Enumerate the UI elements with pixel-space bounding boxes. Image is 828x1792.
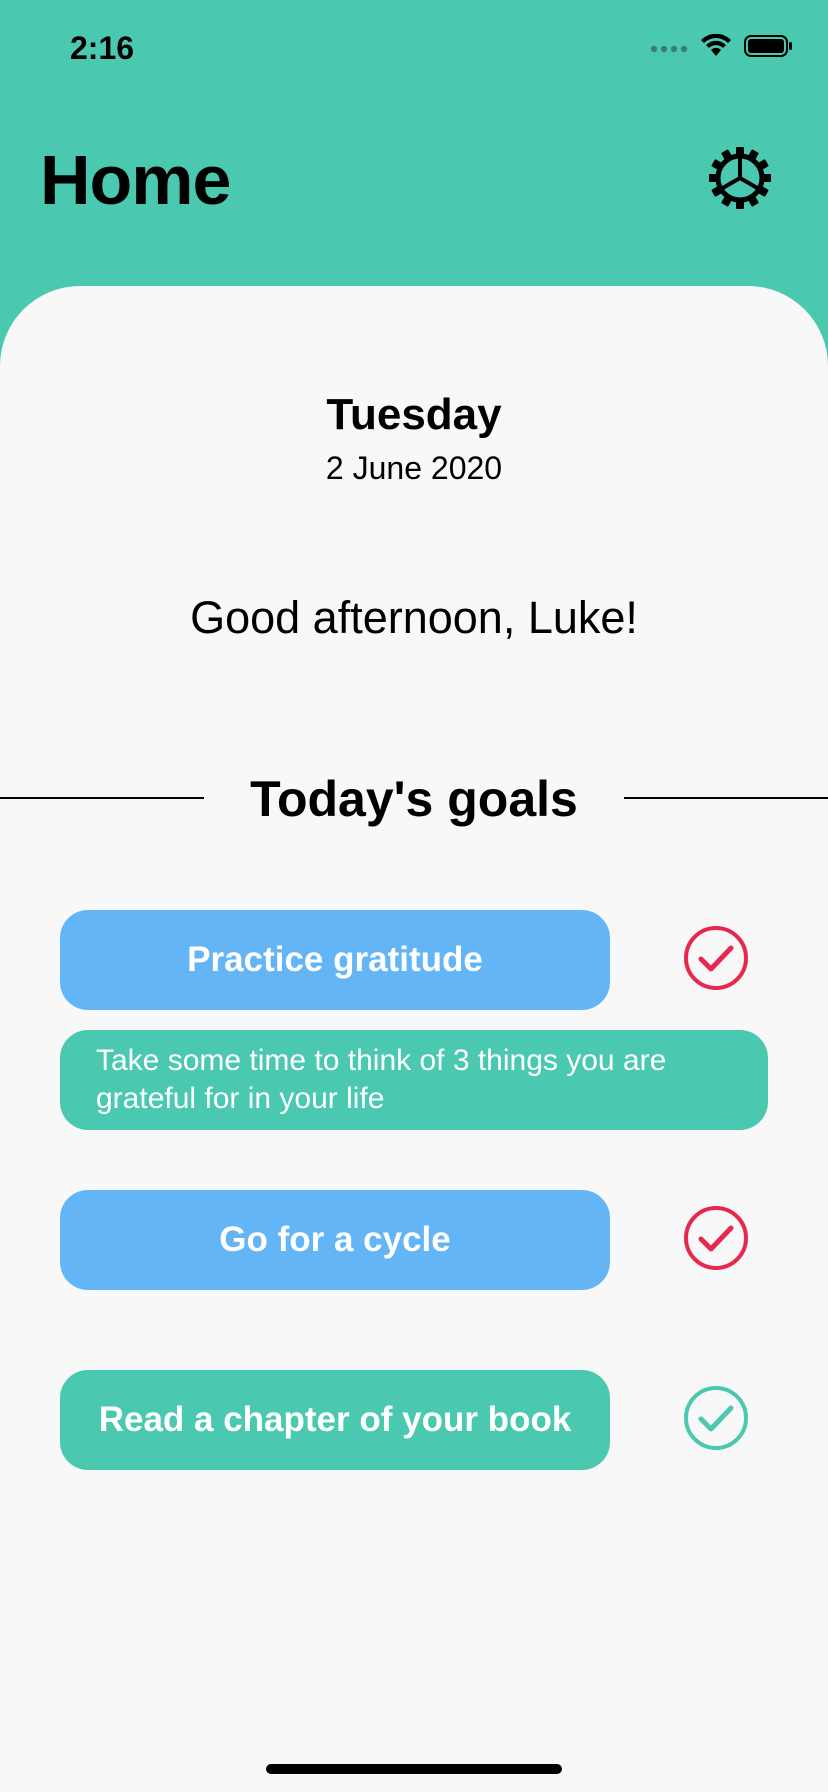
check-circle-icon bbox=[682, 926, 750, 996]
date-full: 2 June 2020 bbox=[325, 450, 503, 486]
goal-button-read-a-chapter[interactable]: Read a chapter of your book bbox=[60, 1370, 610, 1470]
status-bar: 2:16 bbox=[0, 0, 828, 100]
check-circle-icon bbox=[682, 1206, 750, 1276]
status-time: 2:16 bbox=[70, 30, 135, 66]
wifi-icon bbox=[700, 33, 732, 63]
page-title: Home bbox=[40, 141, 231, 219]
goal-complete-toggle-2[interactable] bbox=[682, 1204, 750, 1272]
greeting: Good afternoon, Luke! bbox=[190, 592, 638, 643]
home-indicator[interactable] bbox=[266, 1764, 562, 1774]
section-divider-right bbox=[624, 797, 828, 799]
date-day: Tuesday bbox=[326, 390, 502, 439]
section-title: Today's goals bbox=[250, 771, 578, 827]
goal-button-go-for-a-cycle[interactable]: Go for a cycle bbox=[60, 1190, 610, 1290]
battery-icon bbox=[744, 34, 794, 63]
settings-button[interactable] bbox=[706, 144, 774, 212]
goal-complete-toggle-3[interactable] bbox=[682, 1384, 750, 1452]
goal-button-practice-gratitude[interactable]: Practice gratitude bbox=[60, 910, 610, 1010]
signal-icon bbox=[650, 40, 688, 58]
goal-description: Take some time to think of 3 things you … bbox=[60, 1030, 768, 1130]
status-icons bbox=[650, 33, 794, 63]
check-circle-icon bbox=[682, 1386, 750, 1456]
goal-complete-toggle-1[interactable] bbox=[682, 924, 750, 992]
gear-icon bbox=[706, 147, 774, 216]
